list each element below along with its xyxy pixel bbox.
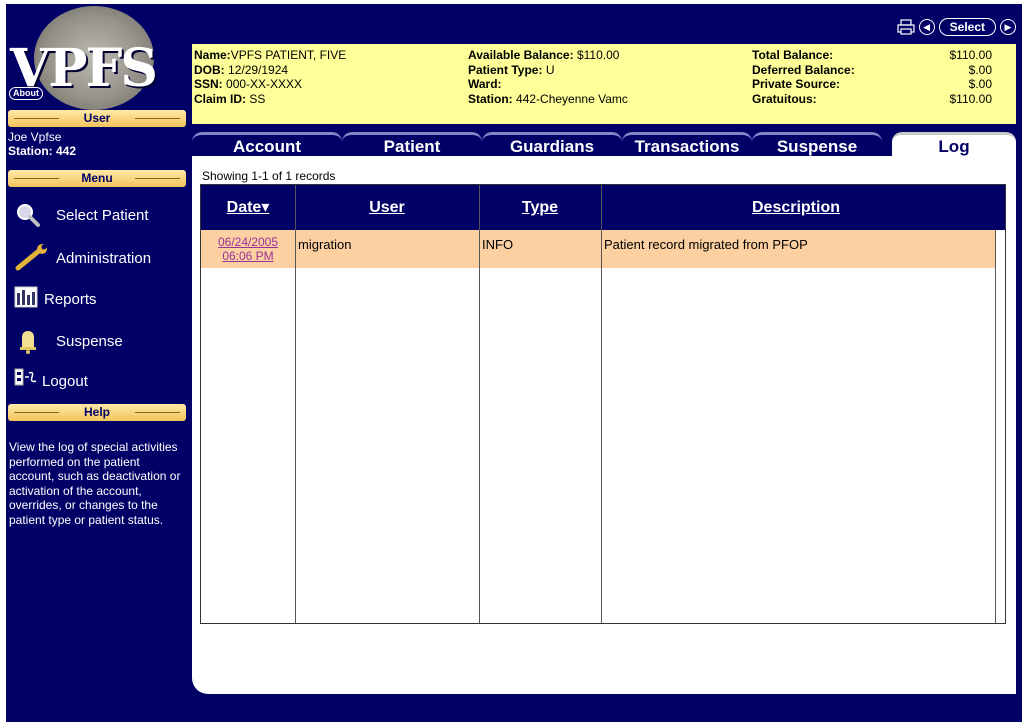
balance-values: $110.00 $.00 $.00 $110.00	[902, 48, 993, 106]
patient-station: 442-Cheyenne Vamc	[516, 91, 628, 106]
log-time: 06:06 PM	[222, 249, 274, 263]
private-source: $.00	[968, 77, 992, 91]
claim-label: Claim ID:	[194, 91, 247, 106]
patient-type: U	[545, 62, 555, 77]
menu-item-label: Select Patient	[56, 206, 149, 224]
bell-icon	[14, 327, 46, 355]
log-date: 06/24/2005	[217, 235, 279, 249]
patient-identity: Name:VPFS PATIENT, FIVE DOB: 12/29/1924 …	[194, 48, 346, 106]
menu-item-select-patient[interactable]: Select Patient	[14, 200, 184, 230]
name-label: Name:	[194, 48, 231, 62]
menu-item-label: Suspense	[56, 332, 123, 350]
log-user: migration	[298, 237, 352, 252]
tab-bar: Account Patient Guardians Transactions S…	[192, 128, 1016, 156]
tab-account[interactable]: Account	[192, 132, 342, 156]
log-date-link[interactable]: 06/24/2005 06:06 PM	[201, 230, 295, 268]
station-label: Station:	[468, 91, 513, 106]
log-table: Date▾ User Type Description 06/24/2005 0…	[200, 184, 1006, 624]
column-divider	[295, 185, 296, 623]
deferred-balance: $.00	[968, 62, 992, 77]
menu-section-header: Menu	[8, 170, 186, 187]
patient-header: Name:VPFS PATIENT, FIVE DOB: 12/29/1924 …	[192, 44, 1016, 124]
sort-desc-icon: ▾	[261, 199, 270, 216]
sidebar: VPFS About User Joe Vpfse Station: 442 M…	[6, 4, 188, 722]
gratuitous: $110.00	[949, 91, 993, 106]
user-name: Joe Vpfse	[8, 130, 62, 144]
column-header-label: Date	[226, 199, 262, 216]
column-header-type[interactable]: Type	[479, 185, 601, 230]
vpfs-logo: VPFS About	[6, 4, 188, 112]
total-balance: $110.00	[949, 48, 993, 62]
patient-type-label: Patient Type:	[468, 62, 543, 77]
toolbar-icons: ◀ Select ▶	[897, 18, 1016, 36]
available-balance: $110.00	[576, 48, 620, 62]
table-header: Date▾ User Type Description	[201, 185, 1005, 230]
menu-item-label: Logout	[42, 372, 88, 390]
column-header-description[interactable]: Description	[601, 185, 991, 230]
tab-transactions[interactable]: Transactions	[622, 132, 752, 156]
tab-suspense[interactable]: Suspense	[752, 132, 882, 156]
tab-patient[interactable]: Patient	[342, 132, 482, 156]
available-balance-label: Available Balance:	[468, 48, 574, 62]
column-header-user[interactable]: User	[295, 185, 479, 230]
menu-item-administration[interactable]: Administration	[14, 243, 184, 273]
column-divider	[601, 185, 602, 623]
gratuitous-label: Gratuitous:	[752, 91, 817, 106]
help-text: View the log of special activities perfo…	[9, 440, 181, 527]
magnifier-icon	[14, 201, 46, 229]
top-toolbar: ◀ Select ▶	[188, 4, 1022, 44]
patient-claim-id: SS	[249, 91, 266, 106]
menu-item-label: Administration	[56, 249, 152, 267]
table-scrollbar[interactable]	[995, 230, 1005, 623]
records-count: Showing 1-1 of 1 records	[202, 169, 336, 183]
menu-item-logout[interactable]: Logout	[14, 366, 184, 396]
patient-account-info: Available Balance: $110.00 Patient Type:…	[468, 48, 628, 106]
tab-guardians[interactable]: Guardians	[482, 132, 622, 156]
wrench-icon	[14, 244, 47, 272]
reports-icon	[14, 285, 38, 313]
print-icon[interactable]	[897, 19, 915, 35]
balance-labels: Total Balance: Deferred Balance: Private…	[752, 48, 855, 106]
about-button[interactable]: About	[9, 87, 43, 100]
private-source-label: Private Source:	[752, 77, 841, 91]
log-panel: Showing 1-1 of 1 records Date▾ User Type…	[192, 156, 1016, 694]
table-row[interactable]: 06/24/2005 06:06 PM migration INFO Patie…	[201, 230, 996, 268]
dob-label: DOB:	[194, 62, 225, 77]
column-divider	[479, 185, 480, 623]
tab-log[interactable]: Log	[892, 132, 1016, 156]
user-station: Station: 442	[8, 144, 77, 158]
previous-patient-icon[interactable]: ◀	[918, 19, 935, 35]
column-header-date[interactable]: Date▾	[201, 185, 295, 230]
deferred-balance-label: Deferred Balance:	[752, 62, 855, 77]
menu-item-label: Reports	[44, 290, 97, 308]
next-patient-icon[interactable]: ▶	[1000, 19, 1016, 35]
ssn-label: SSN:	[194, 77, 223, 91]
log-description: Patient record migrated from PFOP	[604, 237, 808, 252]
log-type: INFO	[482, 237, 514, 252]
user-section-header: User	[8, 110, 186, 127]
select-patient-button[interactable]: Select	[938, 18, 996, 36]
patient-dob: 12/29/1924	[228, 62, 289, 77]
patient-name: VPFS PATIENT, FIVE	[230, 48, 347, 62]
logout-icon	[14, 367, 38, 395]
total-balance-label: Total Balance:	[752, 48, 834, 62]
app-frame: VPFS About User Joe Vpfse Station: 442 M…	[6, 4, 1022, 722]
menu-item-reports[interactable]: Reports	[14, 284, 184, 314]
ward-label: Ward:	[468, 77, 502, 91]
patient-ssn: 000-XX-XXXX	[226, 77, 303, 91]
help-section-header: Help	[8, 404, 186, 421]
menu-item-suspense[interactable]: Suspense	[14, 326, 184, 356]
